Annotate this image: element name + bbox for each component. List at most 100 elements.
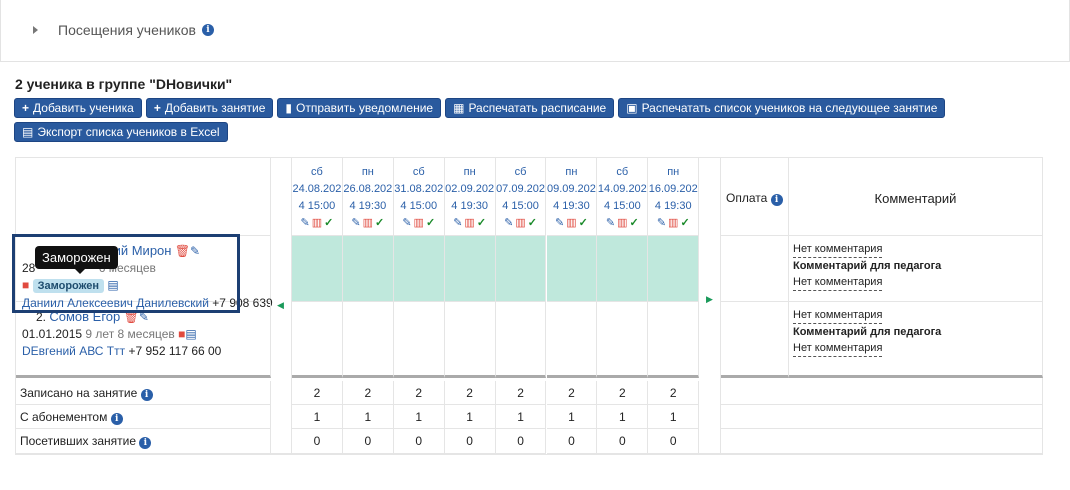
panel-toggle[interactable]: Посещения учеников i (33, 22, 214, 38)
document-icon[interactable]: ▤ (185, 327, 196, 341)
check-icon[interactable]: ✓ (630, 215, 639, 232)
lesson-header: пн 09.09.202 4 19:30 ✎ ▥ ✓ (546, 158, 598, 236)
comment-editable[interactable]: Нет комментария (793, 307, 883, 324)
trash-icon[interactable]: 🗑 (175, 244, 190, 258)
summary-label-text: Записано на занятие (20, 386, 138, 400)
pencil-icon[interactable]: ✎ (301, 215, 310, 232)
lesson-date[interactable]: 07.09.202 (496, 181, 546, 198)
trash-icon[interactable]: ▥ (363, 215, 373, 232)
label: Распечатать список учеников на следующее… (641, 101, 938, 115)
comment-editable[interactable]: Нет комментария (793, 241, 883, 258)
lesson-date[interactable]: 09.09.202 (547, 181, 597, 198)
info-icon[interactable]: i (140, 389, 153, 401)
lesson-date[interactable]: 16.09.202 (648, 181, 698, 198)
scroll-right-column: ▶ (699, 158, 721, 454)
document-icon[interactable]: ▤ (107, 278, 118, 292)
check-icon[interactable]: ✓ (375, 215, 384, 232)
summary-value: 2 (393, 381, 445, 405)
info-icon[interactable]: i (139, 437, 152, 449)
arrow-right-icon[interactable]: ▶ (706, 294, 713, 305)
attendance-cell[interactable] (546, 302, 598, 378)
pencil-icon[interactable]: ✎ (351, 215, 360, 232)
medical-icon[interactable]: ■ (22, 278, 29, 292)
lesson-day: сб (514, 166, 527, 178)
send-notification-button[interactable]: ▮ Отправить уведомление (277, 98, 442, 118)
lesson-date[interactable]: 24.08.202 (292, 181, 342, 198)
pencil-icon[interactable]: ✎ (504, 215, 513, 232)
attendance-cell[interactable] (495, 236, 547, 302)
info-icon[interactable]: i (110, 413, 123, 425)
payment-label: Оплата (726, 191, 768, 205)
summary-value: 1 (597, 405, 649, 429)
attendance-cell[interactable] (546, 236, 598, 302)
summary-label-text: С абонементом (20, 410, 108, 424)
attendance-cell[interactable] (292, 236, 343, 302)
check-icon[interactable]: ✓ (324, 215, 333, 232)
trash-icon[interactable]: 🗑 (124, 310, 139, 324)
payment-header: Оплата i (721, 158, 789, 236)
attendance-cell[interactable] (495, 302, 547, 378)
toolbar: + Добавить ученика + Добавить занятие ▮ Отп… (14, 98, 954, 142)
pencil-icon[interactable]: ✎ (402, 215, 411, 232)
attendance-cell[interactable] (444, 302, 496, 378)
attendance-table: 1. Данилевский Мирон 🗑✎ 28 6 месяцев ■ З… (15, 157, 1043, 455)
student-age: 9 лет 8 месяцев (85, 327, 175, 341)
birth-date: 01.01.2015 (22, 327, 83, 341)
print-schedule-button[interactable]: ▦ Распечатать расписание (445, 98, 615, 118)
check-icon[interactable]: ✓ (528, 215, 537, 232)
attendance-cell[interactable] (444, 236, 496, 302)
attendance-cell[interactable] (342, 302, 394, 378)
pencil-icon[interactable]: ✎ (555, 215, 564, 232)
export-excel-button[interactable]: ▤ Экспорт списка учеников в Excel (14, 122, 228, 142)
trash-icon[interactable]: ▥ (414, 215, 424, 232)
print-students-list-button[interactable]: ▣ Распечатать список учеников на следующе… (618, 98, 946, 118)
pencil-icon[interactable]: ✎ (657, 215, 666, 232)
trash-icon[interactable]: ▥ (566, 215, 576, 232)
trash-icon[interactable]: ▥ (312, 215, 322, 232)
check-icon[interactable]: ✓ (477, 215, 486, 232)
group-title: 2 ученика в группе "DНовички" (15, 76, 233, 92)
pencil-icon[interactable]: ✎ (139, 310, 149, 324)
attendance-cell[interactable] (393, 236, 445, 302)
trash-icon[interactable]: ▥ (617, 215, 627, 232)
teacher-comment-editable[interactable]: Нет комментария (793, 274, 883, 291)
summary-value: 2 (342, 381, 394, 405)
check-icon[interactable]: ✓ (579, 215, 588, 232)
pencil-icon[interactable]: ✎ (453, 215, 462, 232)
summary-value: 0 (444, 429, 496, 454)
summary-value: 1 (648, 405, 700, 429)
info-icon[interactable]: i (770, 194, 783, 206)
lesson-date[interactable]: 31.08.202 (394, 181, 444, 198)
add-student-button[interactable]: + Добавить ученика (14, 98, 142, 118)
summary-value: 1 (495, 405, 547, 429)
attendance-cell[interactable] (342, 236, 394, 302)
check-icon[interactable]: ✓ (680, 215, 689, 232)
attendance-cell[interactable] (648, 302, 700, 378)
teacher-comment-editable[interactable]: Нет комментария (793, 340, 883, 357)
lesson-day: сб (311, 166, 323, 178)
check-icon[interactable]: ✓ (426, 215, 435, 232)
attendance-cell[interactable] (292, 302, 343, 378)
add-lesson-button[interactable]: + Добавить занятие (145, 98, 274, 118)
trash-icon[interactable]: ▥ (668, 215, 678, 232)
trash-icon[interactable]: ▥ (515, 215, 525, 232)
attendance-cell[interactable] (393, 302, 445, 378)
pencil-icon[interactable]: ✎ (190, 244, 200, 258)
parent-link[interactable]: DЕвгений АВС Ттт (22, 344, 125, 358)
attendance-cell[interactable] (648, 236, 700, 302)
summary-value: 2 (546, 381, 598, 405)
info-icon[interactable]: i (201, 24, 214, 36)
lesson-date[interactable]: 14.09.202 (597, 181, 647, 198)
student-name-link[interactable]: Сомов Егор (49, 309, 120, 324)
payment-cell (721, 236, 789, 302)
summary-empty (721, 381, 1043, 405)
pencil-icon[interactable]: ✎ (606, 215, 615, 232)
arrow-left-icon[interactable]: ◀ (277, 300, 284, 311)
lesson-date[interactable]: 02.09.202 (445, 181, 495, 198)
attendance-cell[interactable] (597, 236, 649, 302)
lesson-date[interactable]: 26.08.202 (343, 181, 393, 198)
lesson-time: 4 15:00 (400, 200, 438, 212)
attendance-cell[interactable] (597, 302, 649, 378)
trash-icon[interactable]: ▥ (464, 215, 474, 232)
summary-label-text: Посетивших занятие (20, 434, 136, 448)
